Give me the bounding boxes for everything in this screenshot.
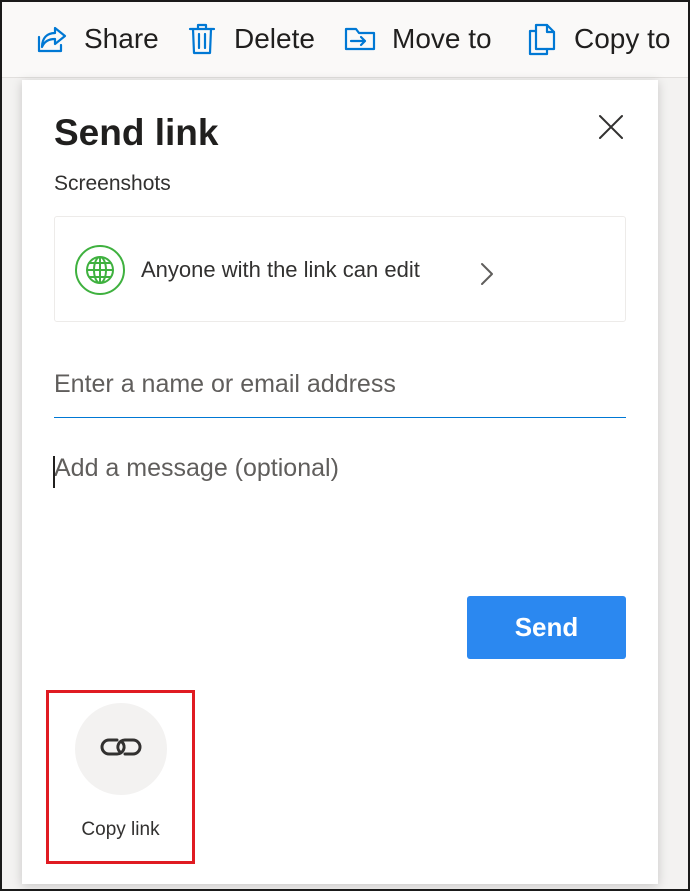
- link-permission-selector[interactable]: Anyone with the link can edit: [54, 216, 626, 322]
- close-button[interactable]: [594, 112, 628, 146]
- move-to-button[interactable]: Move to: [342, 16, 492, 62]
- dialog-title: Send link: [54, 112, 219, 153]
- share-button[interactable]: Share: [34, 16, 159, 62]
- send-button[interactable]: Send: [467, 596, 626, 659]
- move-to-label: Move to: [392, 23, 492, 54]
- recipient-input[interactable]: [54, 360, 626, 418]
- trash-icon: [184, 21, 220, 57]
- copy-link-label: Copy link: [81, 819, 160, 840]
- send-link-dialog: Send link Screenshots Anyone with the li…: [22, 80, 658, 884]
- delete-button[interactable]: Delete: [184, 16, 315, 62]
- copy-to-label: Copy to: [574, 23, 671, 54]
- chevron-right-icon: [479, 261, 495, 287]
- dialog-subtitle: Screenshots: [54, 172, 171, 195]
- copy-icon: [524, 21, 560, 57]
- text-caret: [53, 456, 55, 488]
- share-icon: [34, 21, 70, 57]
- permission-text: Anyone with the link can edit: [141, 257, 420, 282]
- delete-label: Delete: [234, 23, 315, 54]
- link-icon: [95, 732, 147, 767]
- copy-link-circle: [75, 703, 167, 795]
- screen-frame: Share Delete Move to Copy to Send link S…: [0, 0, 690, 891]
- copy-link-button[interactable]: Copy link: [46, 690, 195, 864]
- command-bar: Share Delete Move to Copy to: [2, 2, 688, 78]
- close-icon: [598, 114, 624, 145]
- globe-icon: [75, 245, 125, 295]
- copy-to-button[interactable]: Copy to: [524, 16, 671, 62]
- share-label: Share: [84, 23, 159, 54]
- move-to-icon: [342, 21, 378, 57]
- message-input[interactable]: [54, 448, 626, 578]
